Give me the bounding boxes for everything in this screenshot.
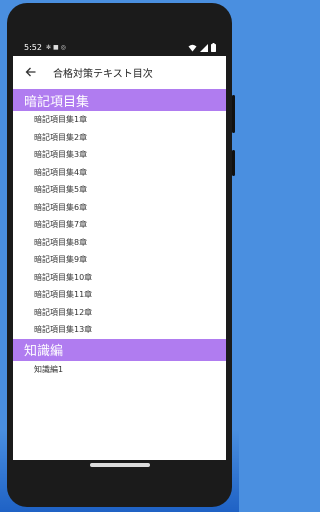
list-item[interactable]: 暗記項目集4章	[13, 164, 226, 182]
list-item[interactable]: 暗記項目集5章	[13, 181, 226, 199]
list-item[interactable]: 暗記項目集1章	[13, 111, 226, 129]
list-item[interactable]: 暗記項目集8章	[13, 234, 226, 252]
list-item[interactable]: 暗記項目集2章	[13, 129, 226, 147]
volume-button	[232, 95, 235, 133]
list-item[interactable]: 暗記項目集3章	[13, 146, 226, 164]
status-bar: 5:52 ✻ ■ ◎	[13, 39, 226, 56]
arrow-left-icon	[25, 67, 35, 77]
page-title: 合格対策テキスト目次	[53, 68, 153, 80]
settings-icon: ✻	[45, 44, 51, 51]
section-header-anki: 暗記項目集	[13, 89, 226, 111]
lock-icon: ■	[53, 44, 59, 51]
list-item[interactable]: 暗記項目集12章	[13, 304, 226, 322]
list-item[interactable]: 暗記項目集9章	[13, 251, 226, 269]
list-item[interactable]: 暗記項目集13章	[13, 321, 226, 339]
toc-list: 暗記項目集 暗記項目集1章 暗記項目集2章 暗記項目集3章 暗記項目集4章 暗記…	[13, 89, 226, 378]
list-item[interactable]: 暗記項目集7章	[13, 216, 226, 234]
list-item[interactable]: 暗記項目集11章	[13, 286, 226, 304]
gesture-nav-bar[interactable]	[90, 463, 150, 467]
status-time: 5:52	[24, 43, 42, 52]
list-item[interactable]: 暗記項目集10章	[13, 269, 226, 287]
section-header-chishiki: 知識編	[13, 338, 226, 361]
app-bar: 合格対策テキスト目次	[13, 56, 226, 88]
list-item[interactable]: 暗記項目集6章	[13, 199, 226, 217]
back-button[interactable]	[23, 65, 37, 79]
power-button	[232, 150, 235, 176]
signal-icon	[200, 43, 208, 52]
wifi-icon	[188, 44, 197, 51]
record-icon: ◎	[60, 44, 66, 51]
list-item[interactable]: 知識編1	[13, 361, 226, 379]
battery-icon	[211, 43, 216, 52]
